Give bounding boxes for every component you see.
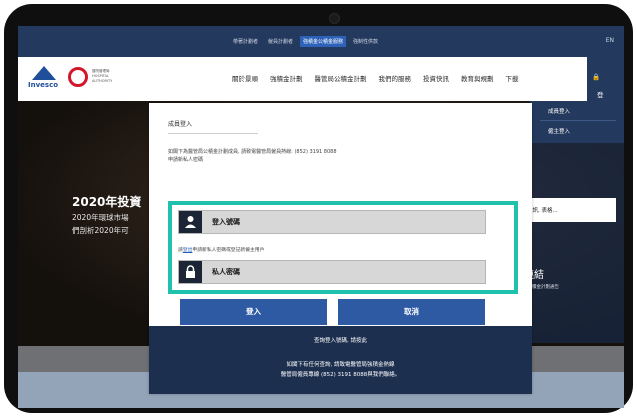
tablet-frame: 帶著計劃者 僱員計劃者 強積金公積金服務 強制性供款 EN Invesco 醫院… bbox=[4, 4, 633, 413]
forgot-login-link[interactable]: 查詢登入號碼, 請按此 bbox=[149, 336, 532, 344]
lock-icon bbox=[179, 261, 202, 283]
camera-icon bbox=[329, 13, 340, 24]
nav-item-mpf[interactable]: 強積金計劃 bbox=[264, 73, 309, 83]
employer-login-option[interactable]: 僱主登入 bbox=[548, 127, 570, 135]
account-number-field[interactable]: 登入號碼 bbox=[178, 210, 486, 234]
nav-item-education[interactable]: 教育與規劃 bbox=[455, 73, 500, 83]
modal-title: 成員登入 bbox=[168, 121, 193, 128]
password-field[interactable]: 私人密碼 bbox=[178, 260, 486, 284]
invesco-logo[interactable]: Invesco bbox=[28, 66, 62, 92]
utility-links: 帶著計劃者 僱員計劃者 強積金公積金服務 強制性供款 bbox=[230, 36, 381, 47]
cancel-button[interactable]: 取消 bbox=[338, 299, 485, 325]
login-tab[interactable]: 🔒 登入 bbox=[587, 57, 624, 109]
utility-link[interactable]: 強制性供款 bbox=[350, 36, 381, 47]
mountain-icon bbox=[32, 66, 56, 80]
main-nav: 關於景順 強積金計劃 醫管局公積金計劃 我們的服務 投資快訊 教育與規劃 下載 bbox=[226, 73, 525, 83]
modal-footer: 查詢登入號碼, 請按此 如閣下有任何查詢, 請致電醫管局強積金熱線 醫管局僱員專… bbox=[149, 326, 532, 394]
browser-screen: 帶著計劃者 僱員計劃者 強積金公積金服務 強制性供款 EN Invesco 醫院… bbox=[18, 26, 624, 408]
site-header: Invesco 醫院管理局 HOSPITAL AUTHORITY 關於景順 強積… bbox=[18, 57, 624, 109]
ha-text-line: AUTHORITY bbox=[92, 79, 113, 83]
title-underline bbox=[168, 133, 258, 134]
footer-contact-text: 如閣下有任何查詢, 請致電醫管局強積金熱線 bbox=[286, 362, 395, 368]
footer-contact-text: 醫管局僱員專線 (852) 3191 8088與我們聯絡。 bbox=[280, 372, 401, 378]
invesco-logo-text: Invesco bbox=[28, 81, 59, 89]
password-placeholder: 私人密碼 bbox=[212, 268, 240, 276]
member-login-option[interactable]: 成員登入 bbox=[548, 107, 570, 115]
hero-subtitle: 2020年環球市場 bbox=[72, 213, 129, 222]
login-tab-label: 🔒 登入 bbox=[592, 73, 604, 109]
nav-item-ha-provident[interactable]: 醫管局公積金計劃 bbox=[309, 73, 373, 83]
modal-info-text: 如閣下為醫管局公積金計劃成員, 請致電醫管局僱員熱線: (852) 3191 8… bbox=[168, 149, 337, 155]
nav-item-services[interactable]: 我們的服務 bbox=[373, 73, 418, 83]
utility-link[interactable]: 僱員計劃者 bbox=[265, 36, 296, 47]
divider bbox=[540, 120, 616, 121]
nav-item-about[interactable]: 關於景順 bbox=[226, 73, 264, 83]
login-button[interactable]: 登入 bbox=[180, 299, 327, 325]
utility-link-active[interactable]: 強積金公積金服務 bbox=[300, 36, 347, 47]
login-dropdown: 成員登入 僱主登入 bbox=[530, 101, 624, 143]
login-modal: 成員登入 如閣下為醫管局公積金計劃成員, 請致電醫管局僱員熱線: (852) 3… bbox=[149, 103, 532, 394]
top-utility-bar: 帶著計劃者 僱員計劃者 強積金公積金服務 強制性供款 EN bbox=[18, 26, 624, 57]
help-text-suffix: 申請新私人密碼或登記新僱主用戶 bbox=[192, 248, 265, 253]
help-text: 請登出申請新私人密碼或登記新僱主用戶 bbox=[178, 246, 264, 253]
hospital-authority-logo[interactable] bbox=[68, 67, 88, 87]
language-switch[interactable]: EN bbox=[606, 37, 614, 44]
modal-info-text: 申請新私人密碼 bbox=[168, 157, 204, 163]
account-number-placeholder: 登入號碼 bbox=[212, 218, 240, 226]
nav-item-insights[interactable]: 投資快訊 bbox=[417, 73, 455, 83]
user-icon bbox=[179, 211, 202, 233]
hero-title: 2020年投資 bbox=[72, 195, 142, 209]
nav-item-download[interactable]: 下載 bbox=[500, 73, 525, 83]
hero-subtitle: 們剖析2020年可 bbox=[72, 226, 129, 235]
hospital-authority-text: 醫院管理局 HOSPITAL AUTHORITY bbox=[92, 69, 112, 84]
utility-link[interactable]: 帶著計劃者 bbox=[230, 36, 261, 47]
help-link[interactable]: 登出 bbox=[183, 248, 193, 253]
